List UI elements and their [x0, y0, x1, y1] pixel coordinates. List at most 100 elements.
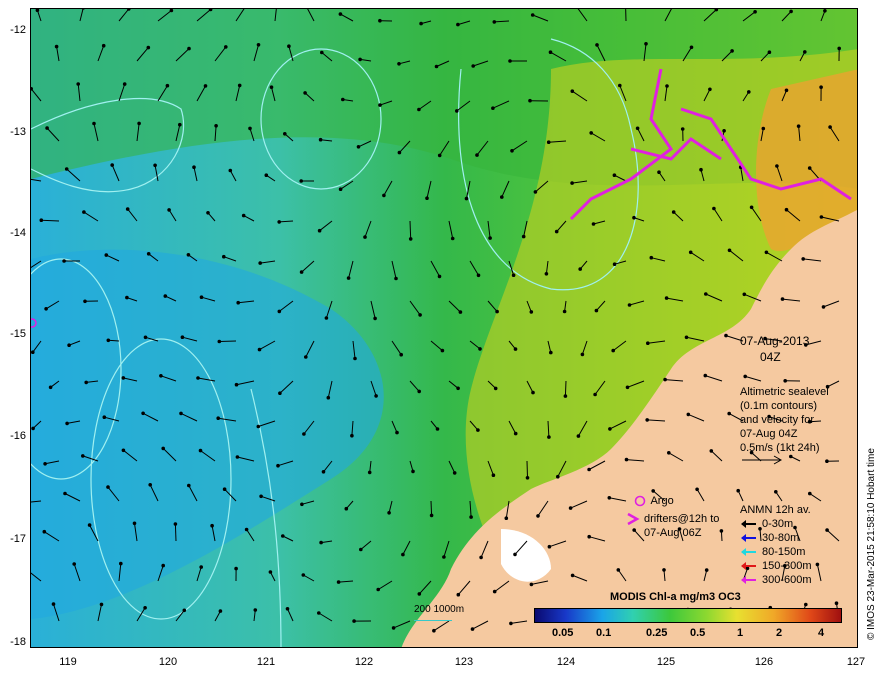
velocity-arrowhead	[417, 107, 421, 112]
map-date: 07-Aug-2013	[740, 334, 810, 348]
velocity-arrowhead	[63, 491, 67, 496]
velocity-arrowhead	[644, 42, 648, 46]
velocity-arrowhead	[616, 568, 621, 572]
velocity-arrowhead	[709, 449, 714, 453]
velocity-arrowhead	[350, 433, 354, 438]
velocity-arrowhead	[530, 13, 535, 17]
velocity-arrowhead	[264, 173, 269, 177]
velocity-arrowhead	[807, 166, 812, 170]
velocity-scale-arrow-icon	[742, 455, 783, 465]
velocity-arrowhead	[203, 84, 208, 88]
velocity-arrowhead	[775, 164, 779, 168]
velocity-arrowhead	[187, 483, 191, 488]
velocity-arrowhead	[649, 255, 654, 260]
velocity-arrowhead	[753, 10, 757, 14]
velocity-arrowhead	[580, 352, 585, 357]
velocity-arrowhead	[394, 276, 398, 281]
velocity-arrowhead	[819, 215, 824, 219]
velocity-arrowhead	[182, 608, 187, 613]
velocity-arrowhead	[317, 228, 322, 233]
depth-legend-row: 150-300m	[740, 559, 812, 573]
velocity-arrowhead	[589, 131, 593, 135]
velocity-arrowhead	[576, 434, 581, 438]
depth-legend-row: 80-150m	[740, 545, 812, 559]
velocity-arrowhead	[258, 261, 262, 265]
velocity-arrowhead	[222, 254, 226, 259]
velocity-arrowhead	[338, 12, 343, 16]
colorbar	[534, 608, 842, 623]
velocity-arrowhead	[121, 376, 126, 380]
velocity-arrowhead	[645, 418, 649, 422]
velocity-arrowhead	[173, 522, 178, 526]
velocity-arrowhead	[808, 491, 812, 496]
velocity-arrowhead	[608, 427, 612, 431]
velocity-arrowhead	[493, 386, 498, 391]
altimetry-line: Altimetric sealevel	[740, 386, 829, 398]
velocity-arrowhead	[548, 50, 553, 54]
velocity-arrowhead	[562, 309, 567, 314]
velocity-arrowhead	[300, 502, 304, 507]
velocity-arrowhead	[570, 573, 575, 578]
velocity-arrowhead	[358, 57, 362, 62]
velocity-arrowhead	[92, 121, 96, 126]
velocity-arrowhead	[593, 392, 597, 397]
velocity-arrowhead	[62, 259, 66, 263]
depth-label: 80-150m	[762, 546, 806, 558]
velocity-arrowhead	[442, 555, 446, 559]
argo-circle-icon	[634, 495, 646, 507]
velocity-arrowhead	[429, 513, 434, 518]
velocity-arrowhead	[819, 85, 823, 89]
velocity-arrowhead	[216, 416, 220, 421]
velocity-arrowhead	[796, 124, 801, 128]
velocity-arrowhead	[76, 82, 80, 86]
velocity-arrowhead	[338, 187, 343, 191]
velocity-arrowhead	[153, 163, 157, 168]
velocity-arrowhead	[44, 307, 48, 311]
velocity-arrowhead	[99, 602, 104, 607]
velocity-arrowhead	[607, 496, 612, 500]
velocity-arrowhead	[730, 49, 734, 53]
map-area[interactable]	[30, 8, 858, 648]
velocity-arrowhead	[471, 64, 476, 68]
velocity-arrowhead	[529, 582, 534, 587]
velocity-arrowhead	[511, 273, 516, 278]
velocity-arrowhead	[587, 534, 591, 539]
velocity-arrowhead	[417, 592, 422, 596]
velocity-arrowhead	[341, 97, 345, 102]
velocity-arrowhead	[504, 516, 509, 520]
velocity-arrowhead	[789, 9, 793, 14]
velocity-arrowhead	[469, 515, 473, 519]
velocity-arrowhead	[704, 568, 709, 572]
velocity-arrowhead	[256, 424, 261, 429]
velocity-arrowhead	[353, 356, 357, 361]
velocity-arrowhead	[132, 521, 137, 526]
arrow-icon	[741, 548, 756, 556]
arrow-icon	[741, 562, 756, 570]
velocity-arrowhead	[106, 338, 111, 343]
velocity-arrowhead	[492, 20, 497, 24]
velocity-arrowhead	[31, 426, 35, 431]
velocity-arrowhead	[137, 121, 141, 126]
velocity-arrowhead	[196, 376, 200, 380]
velocity-arrowhead	[101, 43, 106, 48]
velocity-arrowhead	[578, 267, 582, 271]
velocity-arrowhead	[671, 210, 676, 214]
velocity-arrowhead	[544, 272, 549, 276]
velocity-arrowhead	[302, 432, 306, 436]
velocity-arrowhead	[281, 534, 285, 538]
velocity-arrowhead	[764, 250, 769, 255]
colorbar-tick: 0.25	[646, 627, 668, 639]
lon-tick-label: 121	[256, 656, 276, 668]
velocity-arrowhead	[143, 335, 148, 340]
velocity-arrowhead	[102, 415, 107, 420]
lon-tick-label: 127	[846, 656, 866, 668]
velocity-arrowhead	[268, 570, 273, 574]
velocity-arrowhead	[119, 561, 123, 566]
lat-tick-label: -16	[10, 430, 26, 442]
depth-legend-row: 300-600m	[740, 573, 812, 587]
velocity-arrowhead	[624, 457, 629, 462]
anmn-legend: ANMN 12h av. 0-30m 30-80m 80-150m 150-30…	[740, 503, 812, 587]
velocity-arrowhead	[417, 389, 422, 394]
velocity-arrowhead	[437, 153, 442, 158]
lon-tick-label: 125	[656, 656, 676, 668]
